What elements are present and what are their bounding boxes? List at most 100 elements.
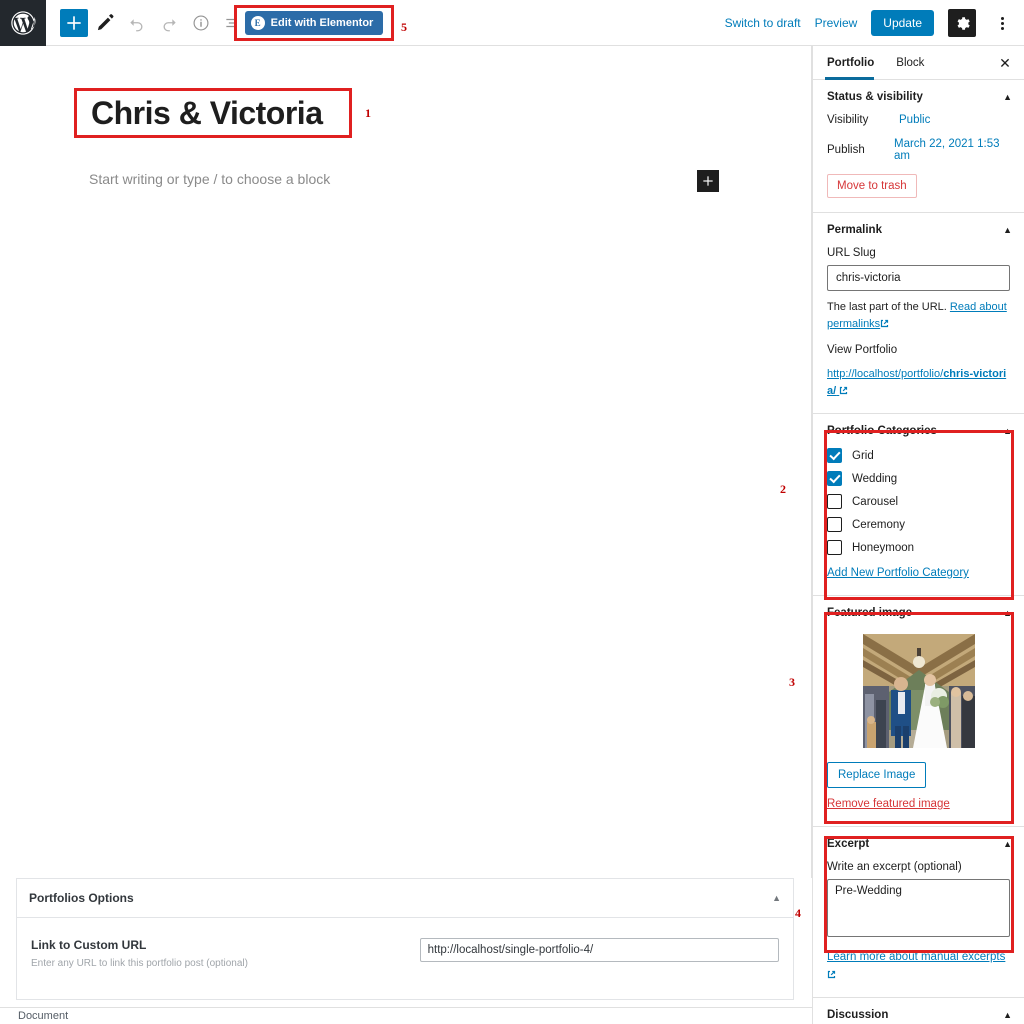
panel-permalink-body: URL Slug The last part of the URL. Read …	[813, 247, 1024, 413]
elementor-logo-icon: E	[250, 16, 265, 30]
link-to-custom-url-label: Link to Custom URL	[31, 938, 147, 952]
permalink-url-prefix: http://localhost/portfolio/	[827, 368, 944, 380]
block-inserter-button[interactable]	[60, 8, 88, 37]
permalink-help-text: The last part of the URL. Read about per…	[827, 299, 1010, 332]
annotation-number-1: 1	[365, 106, 371, 120]
close-icon[interactable]: ✕	[996, 54, 1014, 72]
tab-block[interactable]: Block	[896, 46, 934, 80]
category-item[interactable]: Grid	[827, 448, 1010, 463]
metabox-body: Link to Custom URL Enter any URL to link…	[17, 918, 793, 969]
chevron-up-icon[interactable]: ▲	[1003, 426, 1012, 436]
toolbar-actions: Switch to draft Preview Update	[725, 0, 1014, 46]
category-item[interactable]: Ceremony	[827, 517, 1010, 532]
learn-more-manual-excerpts-link[interactable]: Learn more about manual excerpts	[827, 951, 1005, 963]
switch-to-draft-button[interactable]: Switch to draft	[725, 16, 801, 30]
editor-canvas: Chris & Victoria Start writing or type /…	[0, 46, 812, 878]
view-portfolio-label: View Portfolio	[827, 344, 898, 356]
permalink-help-prefix: The last part of the URL.	[827, 301, 947, 313]
editor-toolbar: E Edit with Elementor Switch to draft Pr…	[0, 0, 1024, 46]
excerpt-textarea[interactable]	[827, 879, 1010, 937]
url-slug-input[interactable]	[827, 265, 1010, 291]
preview-button[interactable]: Preview	[815, 16, 858, 30]
checkbox-carousel[interactable]	[827, 494, 842, 509]
category-label: Wedding	[852, 472, 898, 485]
edit-with-elementor-highlight: E Edit with Elementor	[234, 5, 394, 41]
panel-excerpt-body: Write an excerpt (optional) Learn more a…	[813, 861, 1024, 997]
undo-arrow-icon[interactable]	[122, 8, 152, 38]
visibility-value-button[interactable]: Public	[899, 114, 930, 126]
edit-with-elementor-label: Edit with Elementor	[270, 17, 374, 29]
category-label: Honeymoon	[852, 541, 915, 554]
category-item[interactable]: Wedding	[827, 471, 1010, 486]
panel-featured-image: Featured image ▲ Replace Image Remove fe…	[813, 596, 1024, 827]
external-link-icon	[880, 317, 889, 327]
tab-portfolio[interactable]: Portfolio	[824, 46, 884, 80]
panel-permalink-header[interactable]: Permalink ▲	[813, 213, 1024, 247]
wordpress-logo-icon[interactable]	[0, 0, 46, 46]
panel-excerpt-header[interactable]: Excerpt ▲	[813, 827, 1024, 861]
category-label: Grid	[852, 449, 874, 462]
panel-featured-image-body: Replace Image Remove featured image	[813, 634, 1024, 826]
excerpt-field-label: Write an excerpt (optional)	[827, 861, 962, 873]
external-link-icon	[839, 384, 848, 394]
panel-status-visibility-header[interactable]: Status & visibility ▲	[813, 80, 1024, 114]
move-to-trash-button[interactable]: Move to trash	[827, 174, 917, 198]
link-to-custom-url-input[interactable]	[419, 938, 779, 962]
checkbox-ceremony[interactable]	[827, 517, 842, 532]
panel-portfolio-categories-header[interactable]: Portfolio Categories ▲	[813, 414, 1024, 448]
chevron-up-icon[interactable]: ▲	[1003, 839, 1012, 849]
chevron-up-icon[interactable]: ▲	[1003, 1010, 1012, 1020]
panel-excerpt: Excerpt ▲ Write an excerpt (optional) Le…	[813, 827, 1024, 998]
chevron-up-icon[interactable]: ▲	[1003, 608, 1012, 618]
statusbar-document-label[interactable]: Document	[18, 1010, 68, 1022]
edit-with-elementor-button[interactable]: E Edit with Elementor	[244, 11, 384, 35]
link-to-custom-url-description: Enter any URL to link this portfolio pos…	[31, 958, 248, 969]
replace-image-button[interactable]: Replace Image	[827, 762, 927, 788]
paragraph-block-placeholder[interactable]: Start writing or type / to choose a bloc…	[89, 171, 330, 187]
metabox-title: Portfolios Options	[29, 891, 134, 905]
add-new-portfolio-category-link[interactable]: Add New Portfolio Category	[827, 567, 969, 579]
checkbox-grid[interactable]	[827, 448, 842, 463]
visibility-row: Visibility Public	[827, 114, 1010, 126]
chevron-up-icon[interactable]: ▲	[1003, 92, 1012, 102]
tools-pencil-icon[interactable]	[90, 8, 120, 38]
category-item[interactable]: Honeymoon	[827, 540, 1010, 555]
panel-featured-image-header[interactable]: Featured image ▲	[813, 596, 1024, 630]
url-slug-label: URL Slug	[827, 247, 876, 259]
canvas-block-inserter-button[interactable]	[697, 170, 719, 192]
category-label: Ceremony	[852, 518, 906, 531]
settings-sidebar: Portfolio Block ✕ Status & visibility ▲ …	[812, 46, 1024, 1024]
remove-featured-image-link[interactable]: Remove featured image	[827, 798, 950, 810]
annotation-number-5: 5	[401, 20, 407, 34]
editor-statusbar: Document	[0, 1007, 812, 1024]
info-circle-icon[interactable]	[186, 8, 216, 38]
panel-status-visibility-body: Visibility Public Publish March 22, 2021…	[813, 114, 1024, 212]
chevron-up-icon[interactable]: ▲	[772, 893, 781, 903]
post-title[interactable]: Chris & Victoria	[77, 95, 323, 132]
category-item[interactable]: Carousel	[827, 494, 1010, 509]
featured-image-thumbnail[interactable]	[862, 634, 975, 748]
panel-discussion-header[interactable]: Discussion ▲	[813, 998, 1024, 1024]
update-button[interactable]: Update	[871, 10, 934, 36]
publish-row: Publish March 22, 2021 1:53 am	[827, 138, 1010, 162]
panel-excerpt-title: Excerpt	[827, 838, 870, 850]
panel-portfolio-categories-title: Portfolio Categories	[827, 425, 937, 437]
settings-gear-icon[interactable]	[948, 9, 976, 37]
redo-arrow-icon[interactable]	[154, 8, 184, 38]
sidebar-tabs: Portfolio Block ✕	[813, 46, 1024, 80]
panel-discussion-title: Discussion	[827, 1009, 889, 1021]
annotation-number-4: 4	[795, 906, 801, 920]
panel-status-visibility-title: Status & visibility	[827, 91, 923, 103]
category-label: Carousel	[852, 495, 899, 508]
metabox-header[interactable]: Portfolios Options ▲	[17, 879, 793, 918]
chevron-up-icon[interactable]: ▲	[1003, 225, 1012, 235]
checkbox-honeymoon[interactable]	[827, 540, 842, 555]
checkbox-wedding[interactable]	[827, 471, 842, 486]
view-portfolio-url-link[interactable]: http://localhost/portfolio/chris-victori…	[827, 366, 1010, 399]
wordpress-block-editor: E Edit with Elementor Switch to draft Pr…	[0, 0, 1024, 1024]
kebab-menu-icon[interactable]	[990, 9, 1014, 37]
panel-discussion: Discussion ▲	[813, 998, 1024, 1024]
panel-status-visibility: Status & visibility ▲ Visibility Public …	[813, 80, 1024, 213]
toolbar-tools	[46, 8, 248, 38]
publish-date-button[interactable]: March 22, 2021 1:53 am	[894, 138, 1010, 162]
